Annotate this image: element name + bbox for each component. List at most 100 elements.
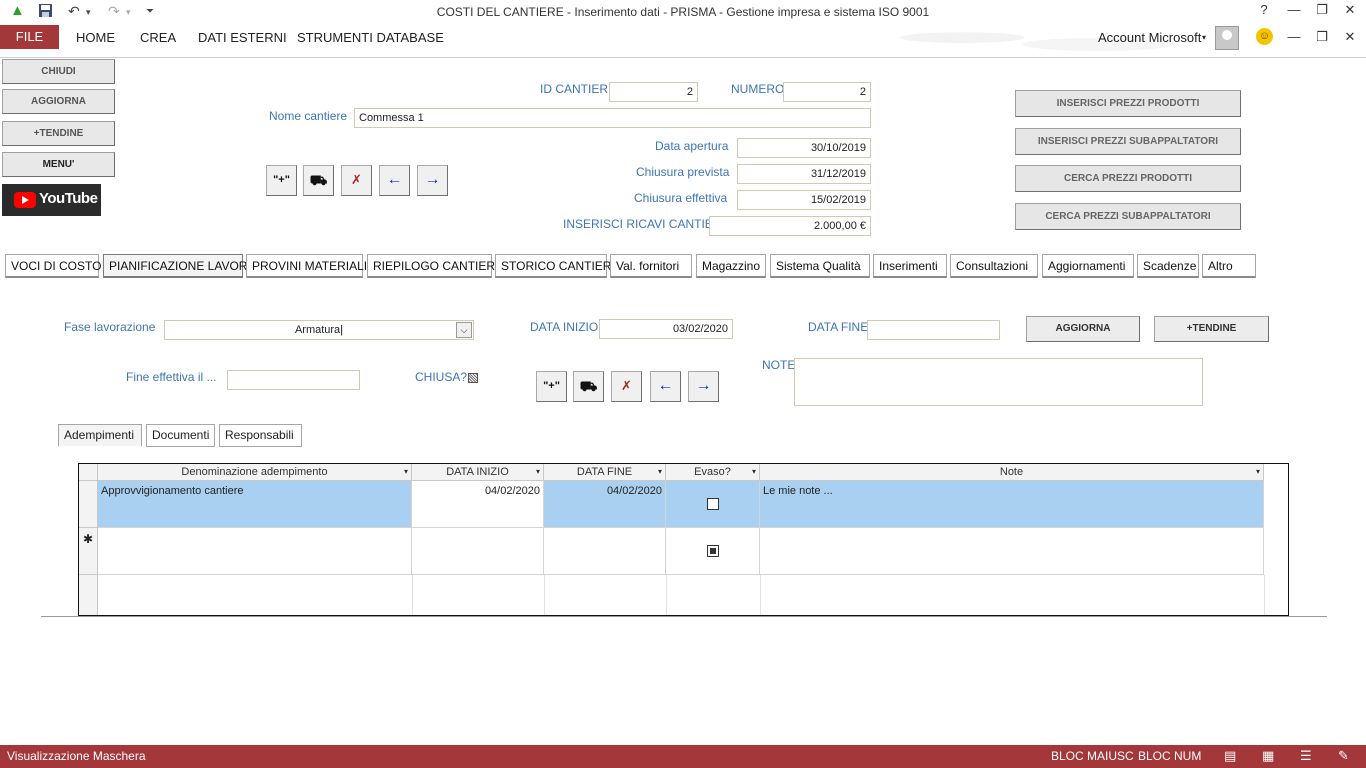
fase-lavorazione-combo[interactable]: Armatura| ⌵ (164, 320, 474, 340)
cell-data-fine[interactable]: 04/02/2020 (544, 481, 666, 528)
column-header-data-inizio[interactable]: DATA INIZIO ▾ (412, 464, 544, 481)
previous-arrow-icon[interactable]: ← (379, 165, 410, 196)
column-header-note[interactable]: Note ▾ (760, 464, 1264, 481)
tab-responsabili[interactable]: Responsabili (219, 424, 302, 447)
dropdowns-button[interactable]: +TENDINE (2, 121, 115, 146)
tab-file[interactable]: FILE (0, 25, 59, 49)
tab-scadenze[interactable]: Scadenze (1137, 254, 1199, 278)
cell-data-inizio[interactable]: 04/02/2020 (412, 481, 544, 528)
select-all-corner[interactable] (79, 464, 98, 481)
delete-record-icon[interactable]: ✗ (341, 165, 372, 196)
phase-find-binoculars-icon[interactable]: ⛟ (573, 371, 604, 402)
menu-button[interactable]: MENU' (2, 152, 115, 177)
new-evaso-checkbox[interactable] (707, 545, 719, 557)
chiusa-checkbox[interactable] (468, 373, 478, 383)
data-fine-field[interactable] (867, 320, 1000, 340)
fine-effettiva-field[interactable] (227, 370, 360, 390)
layout-view-icon[interactable]: ☰ (1300, 748, 1312, 764)
row-selector[interactable] (79, 481, 98, 528)
numero-field[interactable]: 2 (783, 82, 871, 102)
insert-subcontractor-prices-button[interactable]: INSERISCI PREZZI SUBAPPALTATORI (1015, 128, 1241, 155)
note-field[interactable] (794, 358, 1203, 406)
column-filter-icon[interactable]: ▾ (404, 464, 408, 480)
tab-home[interactable]: HOME (76, 30, 115, 45)
tab-crea[interactable]: CREA (140, 30, 176, 45)
refresh-button[interactable]: AGGIORNA (2, 89, 115, 114)
new-record-icon[interactable]: "+" (266, 165, 297, 196)
tab-documenti[interactable]: Documenti (146, 424, 215, 447)
phase-next-arrow-icon[interactable]: → (688, 371, 719, 402)
doc-minimize-icon[interactable]: — (1283, 29, 1305, 47)
cell-denominazione[interactable]: Approvvigionamento cantiere (98, 481, 412, 528)
new-cell-evaso[interactable] (666, 528, 760, 575)
tab-dati-esterni[interactable]: DATI ESTERNI (198, 30, 287, 45)
phase-previous-arrow-icon[interactable]: ← (650, 371, 681, 402)
search-product-prices-button[interactable]: CERCA PREZZI PRODOTTI (1015, 165, 1241, 192)
tab-riepilogo-cantiere[interactable]: RIEPILOGO CANTIERE (367, 254, 503, 278)
tab-val-fornitori[interactable]: Val. fornitori (610, 254, 692, 278)
tab-provini-materiali[interactable]: PROVINI MATERIALI (246, 254, 367, 278)
cell-evaso[interactable] (666, 481, 760, 528)
column-header-evaso[interactable]: Evaso? ▾ (666, 464, 760, 481)
help-icon[interactable]: ? (1253, 2, 1275, 20)
id-cantiere-field[interactable]: 2 (609, 82, 698, 102)
adempimenti-datasheet[interactable]: Denominazione adempimento ▾ DATA INIZIO ▾ … (78, 463, 1289, 616)
tab-magazzino[interactable]: Magazzino (696, 254, 766, 278)
new-cell-data-fine[interactable] (544, 528, 666, 575)
column-filter-icon[interactable]: ▾ (1256, 464, 1260, 480)
phase-new-record-icon[interactable]: "+" (536, 371, 567, 402)
column-header-denominazione[interactable]: Denominazione adempimento ▾ (98, 464, 412, 481)
design-view-icon[interactable]: ✎ (1338, 748, 1349, 764)
data-inizio-field[interactable]: 03/02/2020 (599, 319, 733, 339)
column-filter-icon[interactable]: ▾ (752, 464, 756, 480)
data-apertura-field[interactable]: 30/10/2019 (737, 138, 871, 158)
ricavi-cantiere-field[interactable]: 2.000,00 € (709, 216, 871, 236)
tab-voci-di-costo[interactable]: VOCI DI COSTO (5, 254, 101, 278)
column-header-data-fine[interactable]: DATA FINE ▾ (544, 464, 666, 481)
new-cell-data-inizio[interactable] (412, 528, 544, 575)
close-icon[interactable]: ✕ (1339, 2, 1361, 20)
tab-adempimenti[interactable]: Adempimenti (58, 424, 142, 447)
column-filter-icon[interactable]: ▾ (536, 464, 540, 480)
fase-lavorazione-label: Fase lavorazione (64, 320, 156, 334)
account-label[interactable]: Account Microsoft (1098, 30, 1201, 45)
chiusura-prevista-field[interactable]: 31/12/2019 (737, 164, 871, 184)
ricavi-cantiere-label[interactable]: INSERISCI RICAVI CANTIERE (563, 217, 729, 231)
tab-strumenti-database[interactable]: STRUMENTI DATABASE (297, 30, 444, 45)
tab-inserimenti[interactable]: Inserimenti (873, 254, 947, 278)
tab-pianificazione-lavori[interactable]: PIANIFICAZIONE LAVORI (103, 254, 251, 278)
close-button[interactable]: CHIUDI (2, 59, 115, 84)
restore-icon[interactable]: ❐ (1311, 2, 1333, 20)
nome-cantiere-field[interactable]: Commessa 1 (354, 108, 871, 128)
account-dropdown-icon[interactable]: ▾ (1202, 33, 1206, 42)
youtube-button[interactable]: YouTube (2, 184, 101, 216)
tab-consultazioni[interactable]: Consultazioni (950, 254, 1038, 278)
doc-close-icon[interactable]: ✕ (1339, 29, 1361, 47)
form-view-icon[interactable]: ▤ (1224, 748, 1236, 764)
search-subcontractor-prices-button[interactable]: CERCA PREZZI SUBAPPALTATORI (1015, 203, 1241, 230)
next-arrow-icon[interactable]: → (417, 165, 448, 196)
feedback-smiley-icon[interactable]: ☺ (1256, 28, 1273, 45)
avatar[interactable] (1215, 26, 1239, 50)
insert-product-prices-button[interactable]: INSERISCI PREZZI PRODOTTI (1015, 90, 1241, 117)
new-row-marker-icon[interactable]: ✱ (79, 528, 98, 575)
ribbon-bar: FILE HOME CREA DATI ESTERNI STRUMENTI DA… (0, 24, 1366, 58)
chiusura-effettiva-field[interactable]: 15/02/2019 (737, 190, 871, 210)
doc-restore-icon[interactable]: ❐ (1311, 29, 1333, 47)
new-cell-note[interactable] (760, 528, 1264, 575)
find-binoculars-icon[interactable]: ⛟ (303, 165, 334, 196)
aggiorna-button[interactable]: AGGIORNA (1026, 316, 1140, 342)
column-filter-icon[interactable]: ▾ (658, 464, 662, 480)
evaso-checkbox[interactable] (707, 498, 719, 510)
tab-storico-cantieri[interactable]: STORICO CANTIERI (495, 254, 615, 278)
minimize-icon[interactable]: — (1283, 2, 1305, 20)
phase-delete-record-icon[interactable]: ✗ (611, 371, 642, 402)
tab-aggiornamenti[interactable]: Aggiornamenti (1042, 254, 1134, 278)
cell-note[interactable]: Le mie note ... (760, 481, 1264, 528)
new-cell-denominazione[interactable] (98, 528, 412, 575)
tendine-button[interactable]: +TENDINE (1154, 316, 1269, 342)
datasheet-view-icon[interactable]: ▦ (1262, 748, 1274, 764)
tab-altro[interactable]: Altro (1202, 254, 1256, 278)
tab-sistema-qualita[interactable]: Sistema Qualità (770, 254, 870, 278)
chevron-down-icon[interactable]: ⌵ (456, 322, 472, 338)
